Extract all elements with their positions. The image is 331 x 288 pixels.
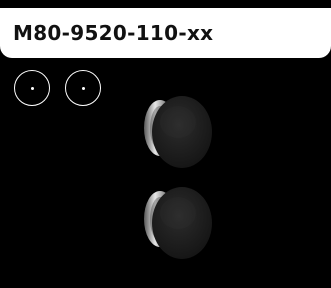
product-image-1 <box>138 92 214 172</box>
black-knob-icon <box>144 187 212 259</box>
color-swatch-2[interactable] <box>65 70 101 106</box>
color-swatch-1[interactable] <box>14 70 50 106</box>
product-viewer: M80-9520-110-xx <box>0 0 331 288</box>
black-knob-icon <box>144 96 212 168</box>
top-divider <box>0 0 331 8</box>
product-image-2 <box>138 183 214 263</box>
swatch-center-dot-icon <box>81 86 85 90</box>
title-bar: M80-9520-110-xx <box>0 8 331 58</box>
swatch-center-dot-icon <box>30 86 34 90</box>
product-code-title: M80-9520-110-xx <box>13 21 214 45</box>
